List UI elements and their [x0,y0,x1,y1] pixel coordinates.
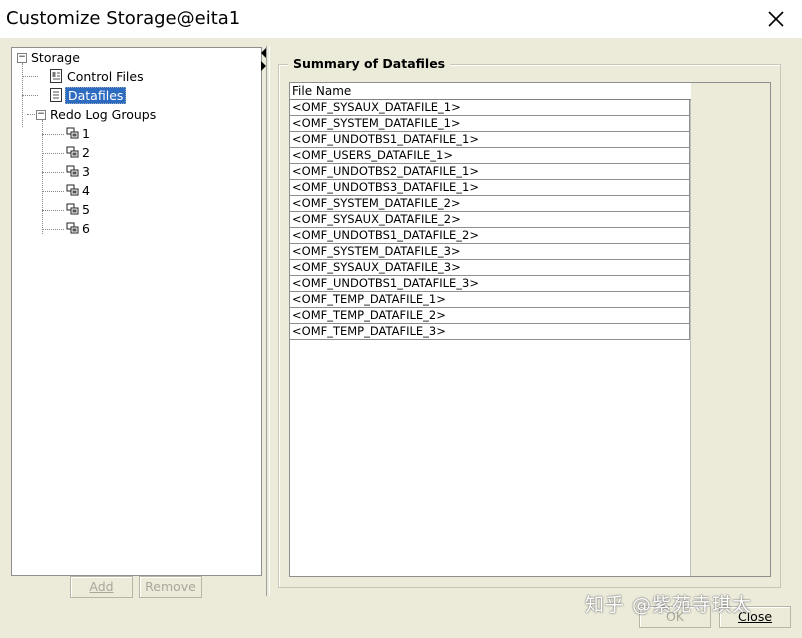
table-row[interactable]: <OMF_UNDOTBS1_DATAFILE_3> [290,276,690,292]
tree-node-redo-group-1[interactable]: 1 [82,125,90,143]
tree-node-label: 4 [82,183,90,198]
redo-group-icon [66,146,79,158]
watermark-text: 知乎 @紫苑寺琪太 [585,594,753,616]
tree-node-storage[interactable]: Storage [31,49,80,67]
redo-group-icon [66,184,79,196]
datafile-icon [50,88,62,102]
tree-collapse-storage[interactable]: − [17,53,27,63]
table-row[interactable]: <OMF_UNDOTBS2_DATAFILE_1> [290,164,690,180]
tree-node-control-files[interactable]: Control Files [67,68,144,86]
datafiles-table[interactable]: File Name <OMF_SYSAUX_DATAFILE_1> <OMF_S… [289,82,771,577]
storage-tree[interactable]: − Storage Control Files Datafiles − Redo… [11,47,262,576]
tree-node-label: 5 [82,202,90,217]
table-row[interactable]: <OMF_TEMP_DATAFILE_3> [290,324,690,340]
title-bar: Customize Storage@eita1 [0,0,802,39]
tree-node-redo-group-2[interactable]: 2 [82,144,90,162]
tree-node-label: Storage [31,50,80,65]
dialog-body: − Storage Control Files Datafiles − Redo… [0,38,802,638]
tree-node-datafiles[interactable]: Datafiles [65,87,127,105]
tree-node-redo-log-groups[interactable]: Redo Log Groups [50,106,156,124]
tree-node-redo-group-6[interactable]: 6 [82,220,90,238]
table-row[interactable]: <OMF_UNDOTBS3_DATAFILE_1> [290,180,690,196]
table-row[interactable]: <OMF_SYSAUX_DATAFILE_1> [290,100,690,116]
redo-group-icon [66,127,79,139]
add-button[interactable]: Add [70,576,133,598]
table-row[interactable]: <OMF_SYSAUX_DATAFILE_3> [290,260,690,276]
tree-node-label: 6 [82,221,90,236]
tree-node-label: Control Files [67,69,144,84]
tree-node-label: 1 [82,126,90,141]
panel-splitter[interactable] [266,46,270,596]
remove-button[interactable]: Remove [139,576,202,598]
table-row[interactable]: <OMF_SYSAUX_DATAFILE_2> [290,212,690,228]
tree-node-label: 2 [82,145,90,160]
summary-title: Summary of Datafiles [288,56,451,71]
table-row[interactable]: <OMF_SYSTEM_DATAFILE_2> [290,196,690,212]
control-file-icon [50,69,62,83]
window-title: Customize Storage@eita1 [6,8,241,29]
column-header-file-name[interactable]: File Name [290,83,691,100]
collapse-left-arrow-icon[interactable] [261,48,266,58]
table-row[interactable]: <OMF_USERS_DATAFILE_1> [290,148,690,164]
table-row[interactable]: <OMF_SYSTEM_DATAFILE_3> [290,244,690,260]
table-body: File Name <OMF_SYSAUX_DATAFILE_1> <OMF_S… [290,83,691,576]
table-row[interactable]: <OMF_UNDOTBS1_DATAFILE_2> [290,228,690,244]
expand-right-arrow-icon[interactable] [261,61,266,71]
redo-group-icon [66,203,79,215]
tree-node-label: Datafiles [65,87,127,104]
tree-node-redo-group-5[interactable]: 5 [82,201,90,219]
table-row[interactable]: <OMF_TEMP_DATAFILE_1> [290,292,690,308]
tree-node-label: 3 [82,164,90,179]
tree-collapse-redo-log-groups[interactable]: − [36,110,46,120]
tree-node-label: Redo Log Groups [50,107,157,122]
table-row[interactable]: <OMF_UNDOTBS1_DATAFILE_1> [290,132,690,148]
table-row[interactable]: <OMF_SYSTEM_DATAFILE_1> [290,116,690,132]
table-row[interactable]: <OMF_TEMP_DATAFILE_2> [290,308,690,324]
redo-group-icon [66,222,79,234]
close-icon[interactable] [764,7,788,31]
redo-group-icon [66,165,79,177]
tree-node-redo-group-3[interactable]: 3 [82,163,90,181]
tree-node-redo-group-4[interactable]: 4 [82,182,90,200]
